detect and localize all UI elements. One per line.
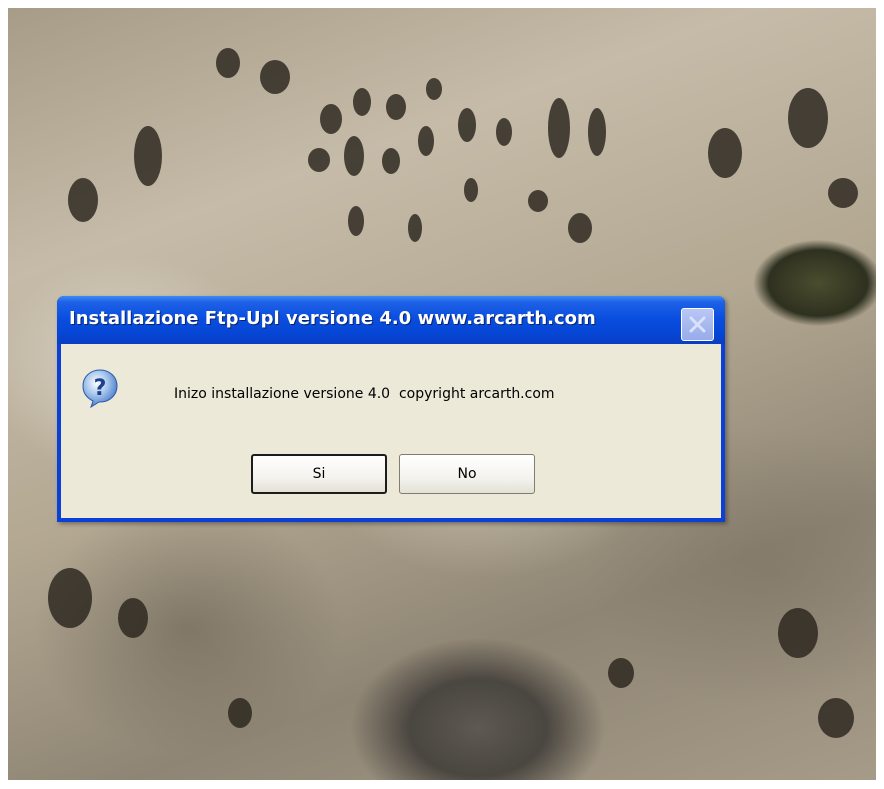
dialog-title-bar[interactable]: Installazione Ftp-Upl versione 4.0 www.a… [57,296,725,344]
no-button[interactable]: No [399,454,535,494]
close-icon [689,316,706,333]
dialog-body: ? Inizo installazione versione 4.0 copyr… [61,344,721,518]
dialog-message: Inizo installazione versione 4.0 copyrig… [174,386,555,402]
yes-button[interactable]: Si [251,454,387,494]
desktop: Installazione Ftp-Upl versione 4.0 www.a… [0,0,884,789]
message-dialog: Installazione Ftp-Upl versione 4.0 www.a… [57,296,725,522]
close-button[interactable] [681,308,714,341]
question-icon: ? [82,369,118,408]
dialog-title: Installazione Ftp-Upl versione 4.0 www.a… [69,308,596,329]
svg-text:?: ? [94,376,107,401]
